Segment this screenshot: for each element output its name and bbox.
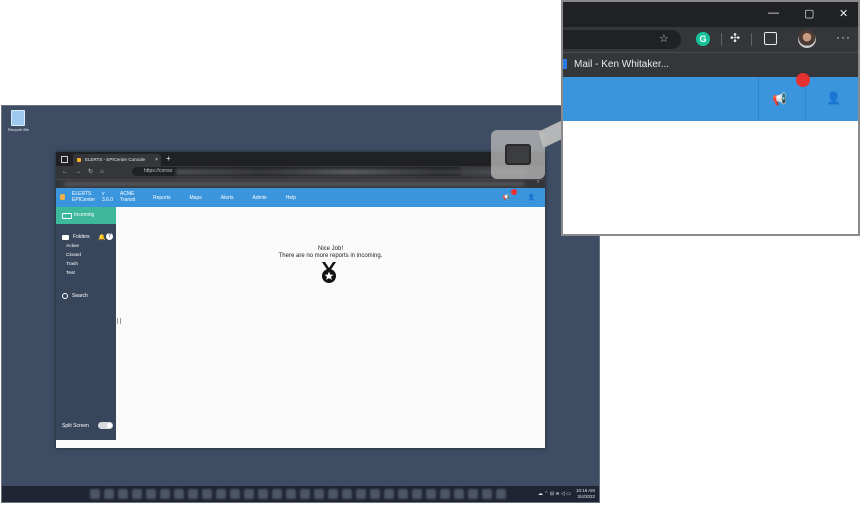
empty-state-headline: Nice Job! bbox=[317, 246, 343, 252]
user-icon[interactable]: 👤 bbox=[528, 194, 535, 201]
recycle-bin-icon bbox=[11, 110, 25, 126]
chevron-right-icon[interactable]: › bbox=[537, 179, 539, 185]
zoom-bookmarks-bar: Mail - Ken Whitaker... bbox=[563, 52, 858, 77]
menu-help[interactable]: Help bbox=[286, 195, 296, 201]
zoom-app-navbar: 📢 👤 bbox=[563, 73, 858, 121]
collections-icon[interactable] bbox=[764, 32, 777, 45]
bookmark-mail[interactable]: Mail - Ken Whitaker... bbox=[574, 59, 669, 70]
clock-date: 3/4/2022 bbox=[577, 494, 595, 499]
callout-highlight bbox=[491, 130, 545, 179]
tab-actions-icon[interactable] bbox=[61, 156, 68, 163]
sidebar: Incoming Folders 🔔 ? Active Closed Trash… bbox=[56, 207, 116, 440]
mail-icon bbox=[563, 59, 567, 69]
profile-avatar[interactable] bbox=[798, 30, 816, 48]
empty-state-text: There are no more reports in incoming. bbox=[278, 253, 383, 259]
sidebar-item-search[interactable]: Search bbox=[62, 293, 88, 299]
zoomed-browser-view: — ▢ ✕ ☆ G ✣ ··· Mail - Ken Whitaker... 📢… bbox=[561, 0, 860, 236]
more-menu-icon[interactable]: ··· bbox=[836, 30, 851, 44]
sidebar-resize-handle[interactable] bbox=[117, 318, 121, 324]
bell-icon[interactable]: 🔔 bbox=[98, 234, 105, 241]
tab-close-icon[interactable]: × bbox=[155, 154, 158, 166]
folder-item-active[interactable]: Active bbox=[66, 244, 79, 249]
toolbar-divider bbox=[751, 33, 752, 46]
browser-nav-buttons[interactable]: ←→↻⌂ bbox=[62, 168, 111, 175]
notification-badge bbox=[511, 189, 517, 195]
main-content: Nice Job! There are no more reports in i… bbox=[116, 207, 545, 440]
folder-icon bbox=[62, 234, 69, 240]
maximize-button[interactable]: ▢ bbox=[804, 7, 814, 20]
favorite-star-icon[interactable]: ☆ bbox=[659, 32, 669, 45]
browser-tab[interactable]: ELERTS - EPICenter Console × bbox=[73, 154, 161, 166]
user-icon[interactable]: 👤 bbox=[826, 91, 841, 105]
notification-badge bbox=[796, 73, 810, 87]
app-navbar: ELERTS EPICenter v 3.6.0 ACME Transit Re… bbox=[56, 188, 545, 207]
folders-label: Folders bbox=[73, 234, 90, 240]
help-icon[interactable]: ? bbox=[106, 233, 113, 240]
recycle-bin-label: Recycle Bin bbox=[8, 127, 30, 132]
tenant-selector[interactable]: ACME Transit bbox=[120, 191, 136, 203]
blurred-bookmarks bbox=[64, 182, 524, 186]
app-body: Incoming Folders 🔔 ? Active Closed Trash… bbox=[56, 207, 545, 440]
split-screen-toggle[interactable] bbox=[98, 422, 113, 429]
taskbar: ☁ ⌃ ⊟ ≋ ◁ ▭ 10:16 AM 3/4/2022 bbox=[2, 486, 599, 502]
incoming-label: Incoming bbox=[74, 212, 95, 218]
folder-item-closed[interactable]: Closed bbox=[66, 253, 81, 258]
menu-admin[interactable]: Admin bbox=[253, 195, 267, 201]
megaphone-icon[interactable]: 📢 bbox=[503, 194, 510, 201]
minimize-button[interactable]: — bbox=[768, 7, 779, 19]
elerts-favicon-icon bbox=[77, 158, 81, 162]
taskbar-apps-blurred bbox=[90, 489, 506, 499]
brand: ELERTS EPICenter bbox=[72, 191, 96, 203]
extensions-icon[interactable]: ✣ bbox=[730, 31, 740, 45]
taskbar-clock[interactable]: 10:16 AM 3/4/2022 bbox=[576, 488, 595, 500]
empty-state-message: Nice Job! There are no more reports in i… bbox=[116, 246, 545, 260]
zoom-toolbar: ☆ G ✣ ··· bbox=[563, 27, 858, 52]
split-screen-label: Split Screen bbox=[62, 423, 89, 429]
new-tab-button[interactable]: + bbox=[166, 154, 171, 164]
search-label: Search bbox=[72, 293, 88, 299]
medal-icon bbox=[322, 262, 336, 283]
close-button[interactable]: ✕ bbox=[839, 7, 848, 20]
system-tray: ☁ ⌃ ⊟ ≋ ◁ ▭ 10:16 AM 3/4/2022 bbox=[538, 488, 595, 500]
inbox-icon bbox=[62, 213, 72, 219]
folder-item-trash[interactable]: Trash bbox=[66, 262, 78, 267]
recycle-bin[interactable]: Recycle Bin bbox=[8, 110, 30, 132]
bookmarks-bar: › bbox=[56, 179, 545, 188]
sidebar-folders-header[interactable]: Folders bbox=[62, 234, 90, 240]
menu-alerts[interactable]: Alerts bbox=[221, 195, 234, 201]
nav-divider bbox=[758, 77, 759, 121]
menu-maps[interactable]: Maps bbox=[190, 195, 202, 201]
browser-window: ELERTS - EPICenter Console × + ←→↻⌂ http… bbox=[56, 152, 545, 448]
tray-icons[interactable]: ☁ ⌃ ⊟ ≋ ◁ ▭ bbox=[538, 491, 571, 497]
tenant-line2: Transit bbox=[120, 196, 136, 203]
tab-title: ELERTS - EPICenter Console bbox=[85, 157, 145, 162]
folder-item-test[interactable]: Test bbox=[66, 271, 75, 276]
blurred-extensions bbox=[176, 169, 526, 175]
zoom-title-bar: — ▢ ✕ bbox=[563, 2, 858, 27]
main-menu: Reports Maps Alerts Admin Help bbox=[153, 195, 296, 201]
browser-tab-strip: ELERTS - EPICenter Console × + bbox=[56, 152, 545, 166]
toolbar-divider bbox=[721, 33, 722, 46]
megaphone-icon[interactable]: 📢 bbox=[772, 92, 787, 106]
address-bar-row: ←→↻⌂ https://conso bbox=[56, 166, 545, 179]
sidebar-item-incoming[interactable]: Incoming bbox=[56, 207, 116, 224]
version-line2: 3.6.0 bbox=[102, 196, 114, 203]
search-icon bbox=[62, 293, 68, 299]
menu-reports[interactable]: Reports bbox=[153, 195, 171, 201]
url-text: https://conso bbox=[144, 168, 173, 174]
version: v 3.6.0 bbox=[102, 191, 114, 203]
elerts-logo-icon bbox=[60, 194, 65, 200]
grammarly-icon[interactable]: G bbox=[696, 32, 710, 46]
brand-line2: EPICenter bbox=[72, 196, 96, 203]
callout-target bbox=[505, 144, 531, 165]
